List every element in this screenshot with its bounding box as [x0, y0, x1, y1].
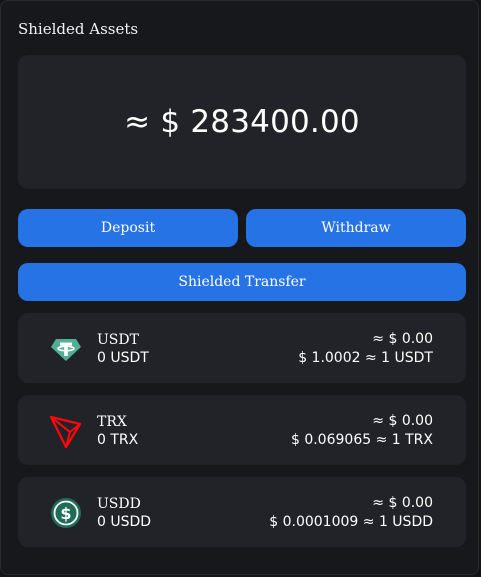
- tron-icon: [49, 414, 83, 449]
- asset-row-usdt[interactable]: USDT 0 USDT ≈ $ 0.00 $ 1.0002 ≈ 1 USDT: [18, 313, 466, 383]
- asset-usd-value: ≈ $ 0.00: [372, 413, 433, 429]
- usdd-icon: $: [49, 496, 83, 530]
- asset-exchange-rate: $ 0.069065 ≈ 1 TRX: [290, 432, 433, 448]
- asset-balance: 0 USDT: [97, 350, 149, 366]
- asset-balance: 0 USDD: [97, 514, 152, 530]
- total-balance-card: ≈ $ 283400.00: [18, 55, 466, 189]
- asset-symbol: USDT: [97, 332, 139, 348]
- asset-row-usdd[interactable]: $ USDD 0 USDD ≈ $ 0.00 $ 0.0001009 ≈ 1 U…: [18, 477, 466, 547]
- asset-symbol: USDD: [97, 496, 141, 512]
- asset-symbol: TRX: [97, 414, 127, 430]
- total-balance-value: ≈ $ 283400.00: [124, 104, 360, 140]
- panel-title: Shielded Assets: [18, 20, 139, 38]
- asset-balance: 0 TRX: [97, 432, 139, 448]
- svg-text:$: $: [60, 504, 71, 523]
- asset-exchange-rate: $ 1.0002 ≈ 1 USDT: [298, 350, 433, 366]
- withdraw-button[interactable]: Withdraw: [246, 209, 466, 247]
- shielded-transfer-button[interactable]: Shielded Transfer: [18, 263, 466, 301]
- asset-row-trx[interactable]: TRX 0 TRX ≈ $ 0.00 $ 0.069065 ≈ 1 TRX: [18, 395, 466, 465]
- asset-exchange-rate: $ 0.0001009 ≈ 1 USDD: [269, 514, 433, 530]
- tether-icon: [49, 332, 83, 366]
- shielded-assets-panel: Shielded Assets ≈ $ 283400.00 Deposit Wi…: [0, 0, 479, 575]
- asset-usd-value: ≈ $ 0.00: [372, 495, 433, 511]
- deposit-button[interactable]: Deposit: [18, 209, 238, 247]
- asset-usd-value: ≈ $ 0.00: [372, 331, 433, 347]
